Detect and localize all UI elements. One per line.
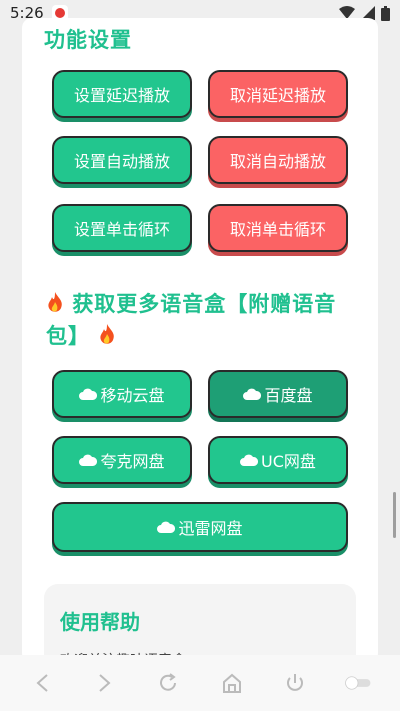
feature-settings-title: 功能设置 bbox=[44, 28, 132, 52]
xunlei-disk-button[interactable]: 迅雷网盘 bbox=[52, 502, 348, 552]
mobile-cloud-button[interactable]: 移动云盘 bbox=[52, 370, 192, 418]
home-icon[interactable] bbox=[218, 669, 246, 697]
cancel-click-loop-button[interactable]: 取消单击循环 bbox=[208, 204, 348, 252]
baidu-disk-button[interactable]: 百度盘 bbox=[208, 370, 348, 418]
cancel-auto-play-button[interactable]: 取消自动播放 bbox=[208, 136, 348, 184]
cloud-icon bbox=[240, 454, 259, 466]
bottom-nav-bar bbox=[0, 655, 400, 711]
set-delay-play-button[interactable]: 设置延迟播放 bbox=[52, 70, 192, 118]
mobile-cloud-label: 移动云盘 bbox=[100, 386, 165, 405]
fire-icon bbox=[98, 324, 116, 348]
get-more-title-line1: 获取更多语音盒【附赠语音 bbox=[72, 292, 337, 316]
get-more-title: 获取更多语音盒【附赠语音 包】 bbox=[46, 288, 346, 352]
cancel-delay-play-button[interactable]: 取消延迟播放 bbox=[208, 70, 348, 118]
cloud-icon bbox=[79, 388, 98, 400]
forward-icon[interactable] bbox=[91, 669, 119, 697]
set-auto-play-button[interactable]: 设置自动播放 bbox=[52, 136, 192, 184]
refresh-icon[interactable] bbox=[154, 669, 182, 697]
get-more-title-line2: 包】 bbox=[46, 324, 90, 348]
cloud-icon bbox=[79, 454, 98, 466]
uc-disk-label: UC网盘 bbox=[261, 452, 316, 471]
help-section: 使用帮助 欢迎关注趣味语音盒 bbox=[44, 584, 356, 663]
power-icon[interactable] bbox=[281, 669, 309, 697]
back-icon[interactable] bbox=[28, 669, 56, 697]
help-title: 使用帮助 bbox=[60, 610, 140, 634]
cloud-icon bbox=[243, 388, 262, 400]
fire-icon bbox=[46, 292, 72, 316]
uc-disk-button[interactable]: UC网盘 bbox=[208, 436, 348, 484]
xunlei-disk-label: 迅雷网盘 bbox=[178, 519, 243, 538]
content-card: 功能设置 设置延迟播放 取消延迟播放 设置自动播放 取消自动播放 设置单击循环 … bbox=[22, 18, 378, 663]
quark-disk-button[interactable]: 夸克网盘 bbox=[52, 436, 192, 484]
toggle-icon[interactable] bbox=[344, 669, 372, 697]
cloud-icon bbox=[157, 521, 176, 533]
baidu-disk-label: 百度盘 bbox=[264, 386, 313, 405]
scrollbar[interactable] bbox=[393, 492, 396, 538]
quark-disk-label: 夸克网盘 bbox=[100, 452, 165, 471]
set-click-loop-button[interactable]: 设置单击循环 bbox=[52, 204, 192, 252]
battery-icon bbox=[381, 5, 390, 21]
